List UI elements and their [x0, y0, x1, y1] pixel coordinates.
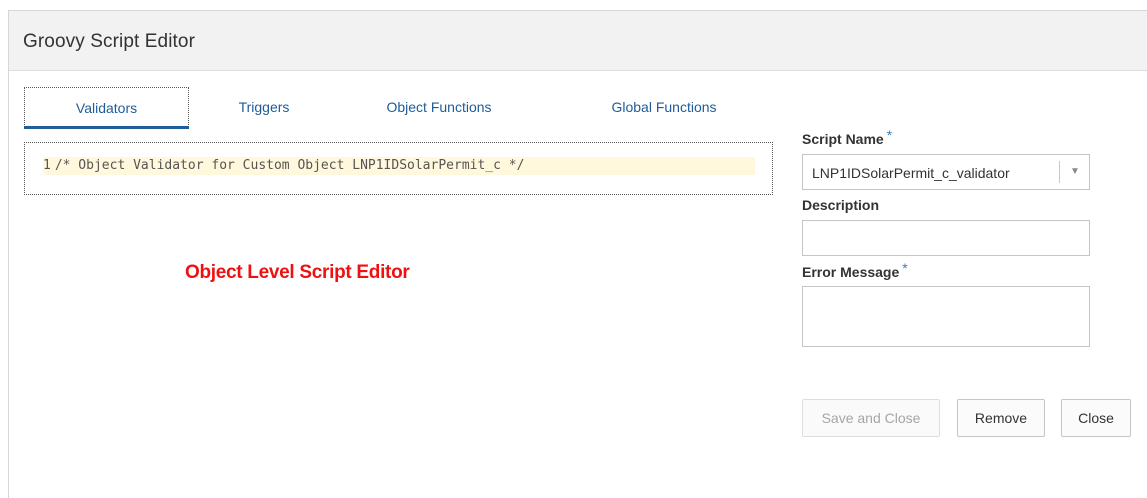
tab-global-functions[interactable]: Global Functions: [589, 87, 739, 127]
line-number: 1: [43, 158, 51, 173]
annotation-box: Object Level Script Editor: [180, 254, 494, 316]
groovy-script-editor-dialog: Groovy Script Editor Validators Triggers…: [8, 10, 1147, 498]
script-editor[interactable]: 1/* Object Validator for Custom Object L…: [24, 142, 773, 195]
error-message-textarea[interactable]: [802, 286, 1090, 347]
tab-object-functions[interactable]: Object Functions: [364, 87, 514, 127]
tab-label: Global Functions: [611, 99, 717, 115]
description-input[interactable]: [802, 220, 1090, 256]
remove-button[interactable]: Remove: [957, 399, 1045, 437]
code-line[interactable]: 1/* Object Validator for Custom Object L…: [43, 157, 755, 175]
tab-label: Validators: [75, 99, 138, 116]
tab-label: Triggers: [238, 99, 290, 115]
close-button[interactable]: Close: [1061, 399, 1131, 437]
script-name-select[interactable]: LNP1IDSolarPermit_c_validator ▼: [802, 154, 1090, 190]
description-label: Description: [802, 197, 880, 213]
code-text: /* Object Validator for Custom Object LN…: [54, 158, 525, 173]
save-and-close-button[interactable]: Save and Close: [802, 399, 940, 437]
active-tab-indicator: [24, 126, 189, 129]
tab-label: Object Functions: [386, 99, 492, 115]
triangle-down-icon[interactable]: ▼: [1070, 166, 1080, 177]
error-message-label: Error Message *: [802, 260, 908, 280]
tab-triggers[interactable]: Triggers: [214, 87, 314, 127]
dialog-title: Groovy Script Editor: [23, 31, 195, 52]
script-name-label: Script Name *: [802, 127, 893, 147]
dialog-header: Groovy Script Editor: [9, 11, 1147, 71]
script-name-value: LNP1IDSolarPermit_c_validator: [812, 165, 1010, 181]
annotation-text: Object Level Script Editor: [185, 262, 410, 283]
required-marker: *: [902, 260, 908, 276]
select-divider: [1059, 161, 1060, 183]
required-marker: *: [886, 127, 893, 143]
tab-validators[interactable]: Validators: [24, 87, 189, 127]
